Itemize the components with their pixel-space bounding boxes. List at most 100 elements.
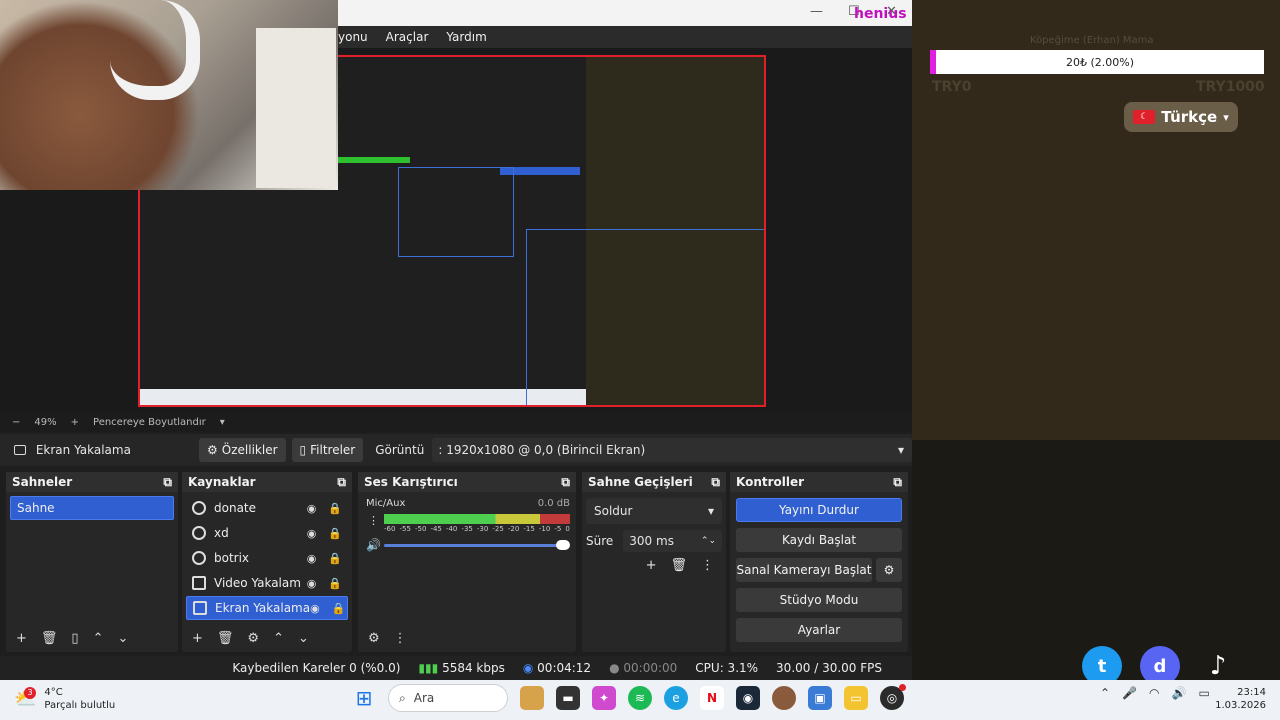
- fps: 30.00 / 30.00 FPS: [776, 661, 882, 675]
- trash-icon[interactable]: 🗑: [670, 558, 687, 573]
- eye-icon[interactable]: ◉: [307, 502, 317, 515]
- kebab-icon[interactable]: ⋮: [701, 558, 714, 573]
- source-item[interactable]: Ekran Yakalama ◉ 🔒: [186, 596, 348, 620]
- undock-icon[interactable]: ⧉: [561, 475, 570, 490]
- browser-source-icon: [192, 551, 206, 565]
- studio-mode-button[interactable]: Stüdyo Modu: [736, 588, 902, 612]
- duration-spinbox[interactable]: 300 ms ⌃⌄: [623, 530, 722, 552]
- stream-time: ◉ 00:04:12: [522, 661, 592, 675]
- nested-taskbar: [140, 389, 586, 405]
- gear-icon[interactable]: ⚙: [247, 631, 259, 646]
- trash-icon[interactable]: 🗑: [217, 631, 234, 646]
- eye-icon[interactable]: ◉: [310, 602, 320, 615]
- lock-icon[interactable]: 🔒: [328, 527, 342, 540]
- file-explorer-icon[interactable]: ▭: [844, 686, 868, 710]
- add-icon[interactable]: +: [192, 631, 203, 646]
- source-item[interactable]: xd ◉ 🔒: [186, 521, 348, 545]
- source-item[interactable]: donate ◉ 🔒: [186, 496, 348, 520]
- scenes-dock: Sahneler ⧉ Sahne + 🗑 ▯ ⌃ ⌄: [6, 472, 178, 652]
- taskbar-apps: ⊞ ⌕ Ara ▬ ✦ ≋ e N ◉ ▣ ▭ ◎: [352, 684, 906, 712]
- filter-icon[interactable]: ▯: [71, 631, 78, 646]
- henius-watermark: henius: [854, 6, 907, 22]
- move-down-icon[interactable]: ⌄: [117, 631, 128, 646]
- netflix-icon[interactable]: N: [700, 686, 724, 710]
- filter-icon: ▯: [299, 443, 307, 457]
- speaker-icon[interactable]: 🔊: [366, 538, 381, 552]
- microphone-icon[interactable]: 🎤: [1122, 686, 1137, 700]
- move-up-icon[interactable]: ⌃: [93, 631, 104, 646]
- undock-icon[interactable]: ⧉: [893, 475, 902, 490]
- move-down-icon[interactable]: ⌄: [298, 631, 309, 646]
- volume-icon[interactable]: 🔊: [1172, 686, 1187, 700]
- browser-source-icon: [192, 501, 206, 515]
- gear-icon[interactable]: ⚙: [876, 558, 902, 582]
- trash-icon[interactable]: 🗑: [41, 631, 58, 646]
- volume-slider-handle[interactable]: [556, 540, 570, 550]
- chevron-down-icon[interactable]: ▾: [220, 417, 225, 428]
- channel-name: Mic/Aux: [366, 498, 406, 509]
- weather-widget[interactable]: ⛅ 3 4°C Parçalı bulutlu: [14, 686, 115, 712]
- start-recording-button[interactable]: Kaydı Başlat: [736, 528, 902, 552]
- scale-mode[interactable]: Pencereye Boyutlandır: [93, 417, 206, 428]
- lock-icon[interactable]: 🔒: [328, 577, 342, 590]
- kebab-icon[interactable]: ⋮: [394, 631, 407, 646]
- monitor-icon: [193, 601, 207, 615]
- volume-slider[interactable]: [384, 544, 568, 547]
- undock-icon[interactable]: ⧉: [711, 475, 720, 490]
- obs-icon[interactable]: ◎: [880, 684, 906, 710]
- meter-ticks: -60 -55 -50 -45 -40 -35 -30 -25 -20 -15 -10 -5 0: [384, 525, 570, 533]
- task-view-icon[interactable]: ▬: [556, 686, 580, 710]
- zoom-out-icon[interactable]: −: [12, 417, 20, 428]
- windows-start-icon[interactable]: ⊞: [352, 686, 376, 710]
- undock-icon[interactable]: ⧉: [337, 475, 346, 490]
- source-item[interactable]: Video Yakalama A◉🔒: [186, 571, 348, 595]
- transition-select[interactable]: Soldur ▾: [586, 498, 722, 524]
- menu-help[interactable]: Yardım: [446, 30, 486, 44]
- add-icon[interactable]: +: [646, 558, 657, 573]
- display-label: Görüntü: [375, 443, 425, 457]
- spin-arrows-icon[interactable]: ⌃⌄: [701, 536, 716, 546]
- properties-button[interactable]: ⚙ Özellikler: [199, 438, 286, 462]
- scenes-title: Sahneler: [12, 475, 73, 489]
- add-icon[interactable]: +: [16, 631, 27, 646]
- zoom-in-icon[interactable]: +: [71, 417, 79, 428]
- photos-icon[interactable]: ▣: [808, 686, 832, 710]
- spotify-icon[interactable]: ≋: [628, 686, 652, 710]
- source-item[interactable]: botrix ◉ 🔒: [186, 546, 348, 570]
- edge-icon[interactable]: e: [664, 686, 688, 710]
- gear-icon[interactable]: ⚙: [368, 631, 380, 646]
- eye-icon[interactable]: ◉: [307, 552, 317, 565]
- stop-stream-button[interactable]: Yayını Durdur: [736, 498, 902, 522]
- copilot-icon[interactable]: ✦: [592, 686, 616, 710]
- widget-icon[interactable]: [520, 686, 544, 710]
- weather-icon: ⛅ 3: [14, 686, 37, 710]
- undock-icon[interactable]: ⧉: [163, 475, 172, 490]
- signal-icon: ▮▮▮: [418, 661, 439, 675]
- wifi-icon[interactable]: ◠: [1149, 686, 1159, 700]
- game-icon[interactable]: [772, 686, 796, 710]
- taskbar-clock[interactable]: 23:14 1.03.2026: [1210, 686, 1266, 712]
- lock-icon[interactable]: 🔒: [328, 552, 342, 565]
- eye-icon[interactable]: ◉: [307, 577, 317, 590]
- taskbar-search[interactable]: ⌕ Ara: [388, 684, 508, 712]
- lock-icon[interactable]: 🔒: [328, 502, 342, 515]
- menu-view[interactable]: yonu: [338, 30, 368, 44]
- steam-icon[interactable]: ◉: [736, 686, 760, 710]
- virtual-camera-button[interactable]: Sanal Kamerayı Başlat: [736, 558, 872, 582]
- menu-tools[interactable]: Araçlar: [386, 30, 429, 44]
- chevron-down-icon: ▾: [1223, 110, 1229, 124]
- chevron-down-icon: ▾: [897, 443, 904, 457]
- language-button[interactable]: ☾ Türkçe ▾: [1124, 102, 1238, 132]
- display-select[interactable]: : 1920x1080 @ 0,0 (Birincil Ekran) ▾: [432, 438, 912, 462]
- clock-time: 23:14: [1237, 687, 1266, 698]
- kebab-icon[interactable]: ⋮: [368, 514, 379, 527]
- scene-item[interactable]: Sahne: [10, 496, 174, 520]
- move-up-icon[interactable]: ⌃: [273, 631, 284, 646]
- filters-button[interactable]: ▯ Filtreler: [291, 438, 364, 462]
- eye-icon[interactable]: ◉: [307, 527, 317, 540]
- chevron-up-icon[interactable]: ⌃: [1100, 686, 1110, 700]
- battery-icon[interactable]: ▭: [1198, 686, 1209, 700]
- settings-button[interactable]: Ayarlar: [736, 618, 902, 642]
- minimize-icon[interactable]: —: [810, 4, 823, 19]
- lock-icon[interactable]: 🔒: [332, 602, 346, 615]
